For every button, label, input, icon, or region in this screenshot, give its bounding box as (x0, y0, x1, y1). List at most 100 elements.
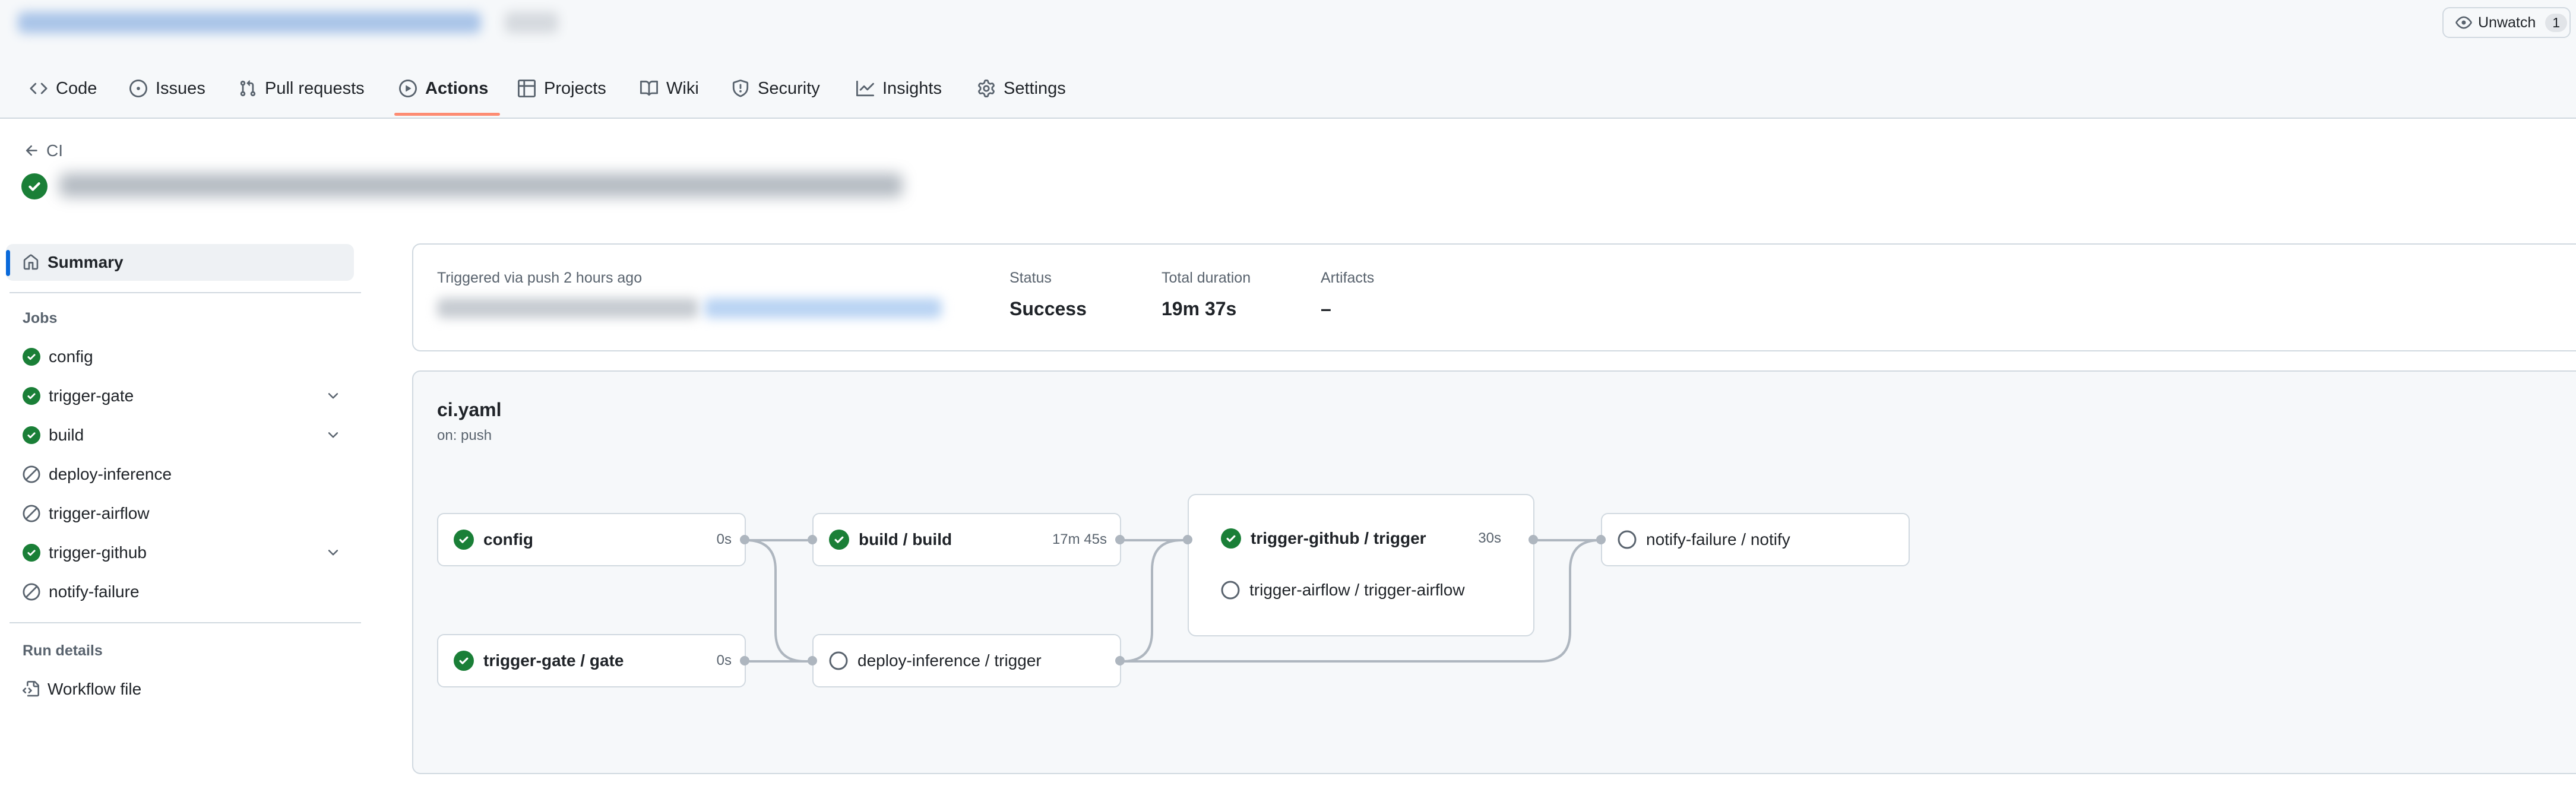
repo-breadcrumb[interactable] (18, 12, 481, 33)
shield-icon (732, 80, 749, 97)
sidebar-divider (10, 622, 361, 623)
back-label: CI (46, 141, 63, 160)
sidebar-job-trigger-airflow[interactable]: trigger-airflow (23, 499, 150, 528)
sidebar-summary-label: Summary (48, 253, 124, 271)
tab-insights[interactable]: Insights (856, 72, 942, 104)
job-node-build[interactable]: build / build 17m 45s (812, 513, 1121, 566)
skipped-icon (23, 583, 40, 601)
chevron-down-icon[interactable] (325, 545, 341, 560)
success-check-icon (1221, 528, 1241, 549)
success-check-icon (454, 651, 474, 671)
run-summary-panel: Triggered via push 2 hours ago Status Su… (412, 243, 2576, 351)
sidebar-job-notify-failure[interactable]: notify-failure (23, 577, 140, 607)
tab-actions-label: Actions (425, 78, 489, 98)
tab-insights-label: Insights (882, 78, 942, 98)
connector-dot (808, 535, 817, 544)
play-icon (399, 80, 417, 97)
sidebar-job-trigger-gate[interactable]: trigger-gate (23, 381, 134, 411)
run-status-success-icon (21, 173, 48, 199)
sidebar-job-label: config (49, 347, 93, 366)
tab-code[interactable]: Code (30, 72, 97, 104)
job-node-duration: 30s (1478, 530, 1501, 546)
connector-config-deploy (745, 539, 815, 663)
tab-projects[interactable]: Projects (518, 72, 606, 104)
success-check-icon (23, 387, 40, 405)
skipped-icon (23, 465, 40, 483)
chevron-down-icon[interactable] (325, 427, 341, 443)
table-icon (518, 80, 536, 97)
run-details-heading: Run details (23, 642, 103, 659)
job-node-label: trigger-airflow / trigger-airflow (1249, 581, 1465, 599)
issue-opened-icon (129, 80, 147, 97)
code-icon (30, 80, 48, 97)
tab-pull-requests[interactable]: Pull requests (239, 72, 365, 104)
tab-security-label: Security (758, 78, 820, 98)
job-node-label: build / build (859, 530, 952, 549)
connector-dot (1115, 656, 1125, 665)
commit-author-blurred (437, 298, 698, 318)
tab-actions[interactable]: Actions (399, 72, 488, 104)
chevron-down-icon[interactable] (325, 388, 341, 404)
success-check-icon (829, 530, 849, 550)
job-node-trigger-gate[interactable]: trigger-gate / gate 0s (437, 634, 746, 687)
tab-wiki[interactable]: Wiki (640, 72, 699, 104)
tab-settings-label: Settings (1004, 78, 1066, 98)
workflow-file-link[interactable]: Workflow file (23, 674, 141, 704)
connector-dot (1115, 535, 1125, 544)
status-label: Status (1009, 270, 1052, 286)
arrow-left-icon (24, 142, 40, 159)
tab-projects-label: Projects (544, 78, 606, 98)
git-pull-request-icon (239, 80, 257, 97)
artifacts-label: Artifacts (1321, 270, 1375, 286)
connector-dot (740, 535, 749, 544)
unwatch-label: Unwatch (2478, 14, 2536, 31)
job-node-notify-failure[interactable]: notify-failure / notify (1601, 513, 1910, 566)
eye-icon (2455, 14, 2472, 31)
job-group-trigger (1188, 494, 1534, 636)
connector-deploy-github (1122, 539, 1189, 663)
sidebar-job-label: trigger-airflow (49, 504, 150, 522)
total-duration-value: 19m 37s (1162, 298, 1237, 319)
connector-dot (740, 656, 749, 665)
job-node-label: config (483, 530, 533, 549)
tab-code-label: Code (56, 78, 97, 98)
tab-security[interactable]: Security (732, 72, 820, 104)
unwatch-button[interactable]: Unwatch 1 (2442, 7, 2571, 38)
job-node-label: trigger-github / trigger (1251, 529, 1426, 547)
file-code-icon (23, 681, 39, 698)
sidebar-job-config[interactable]: config (23, 342, 93, 372)
tab-issues[interactable]: Issues (129, 72, 205, 104)
sidebar-job-trigger-github[interactable]: trigger-github (23, 538, 147, 568)
tab-settings[interactable]: Settings (977, 72, 1066, 104)
job-node-trigger-airflow[interactable]: trigger-airflow / trigger-airflow (1221, 581, 1465, 600)
home-icon (23, 254, 39, 271)
graph-icon (856, 80, 874, 97)
triggered-text: Triggered via push 2 hours ago (437, 270, 643, 286)
success-check-icon (454, 530, 474, 550)
gear-icon (977, 80, 995, 97)
job-node-config[interactable]: config 0s (437, 513, 746, 566)
sidebar-summary-link[interactable]: Summary (23, 248, 124, 277)
job-node-label: trigger-gate / gate (483, 651, 624, 670)
active-tab-indicator (394, 113, 500, 116)
skipped-circle-icon (1221, 581, 1240, 600)
connector-dot (1596, 535, 1606, 544)
back-to-workflow-link[interactable]: CI (24, 141, 63, 160)
sidebar-job-label: notify-failure (49, 582, 140, 601)
job-node-trigger-github[interactable]: trigger-github / trigger 30s (1221, 528, 1501, 549)
artifacts-value: – (1321, 298, 1331, 319)
sidebar-active-indicator (6, 250, 10, 276)
sidebar-job-build[interactable]: build (23, 420, 84, 450)
sidebar-job-deploy-inference[interactable]: deploy-inference (23, 459, 172, 489)
skipped-circle-icon (1618, 530, 1637, 549)
job-node-deploy-inference[interactable]: deploy-inference / trigger (812, 634, 1121, 687)
commit-link-blurred[interactable] (704, 298, 942, 318)
job-node-duration: 17m 45s (1052, 531, 1107, 547)
connector-dot (1528, 535, 1538, 544)
success-check-icon (23, 544, 40, 562)
job-node-label: deploy-inference / trigger (857, 651, 1042, 670)
total-duration-label: Total duration (1162, 270, 1251, 286)
tab-pull-requests-label: Pull requests (265, 78, 365, 98)
job-node-label: notify-failure / notify (1646, 530, 1790, 549)
tab-issues-label: Issues (156, 78, 205, 98)
